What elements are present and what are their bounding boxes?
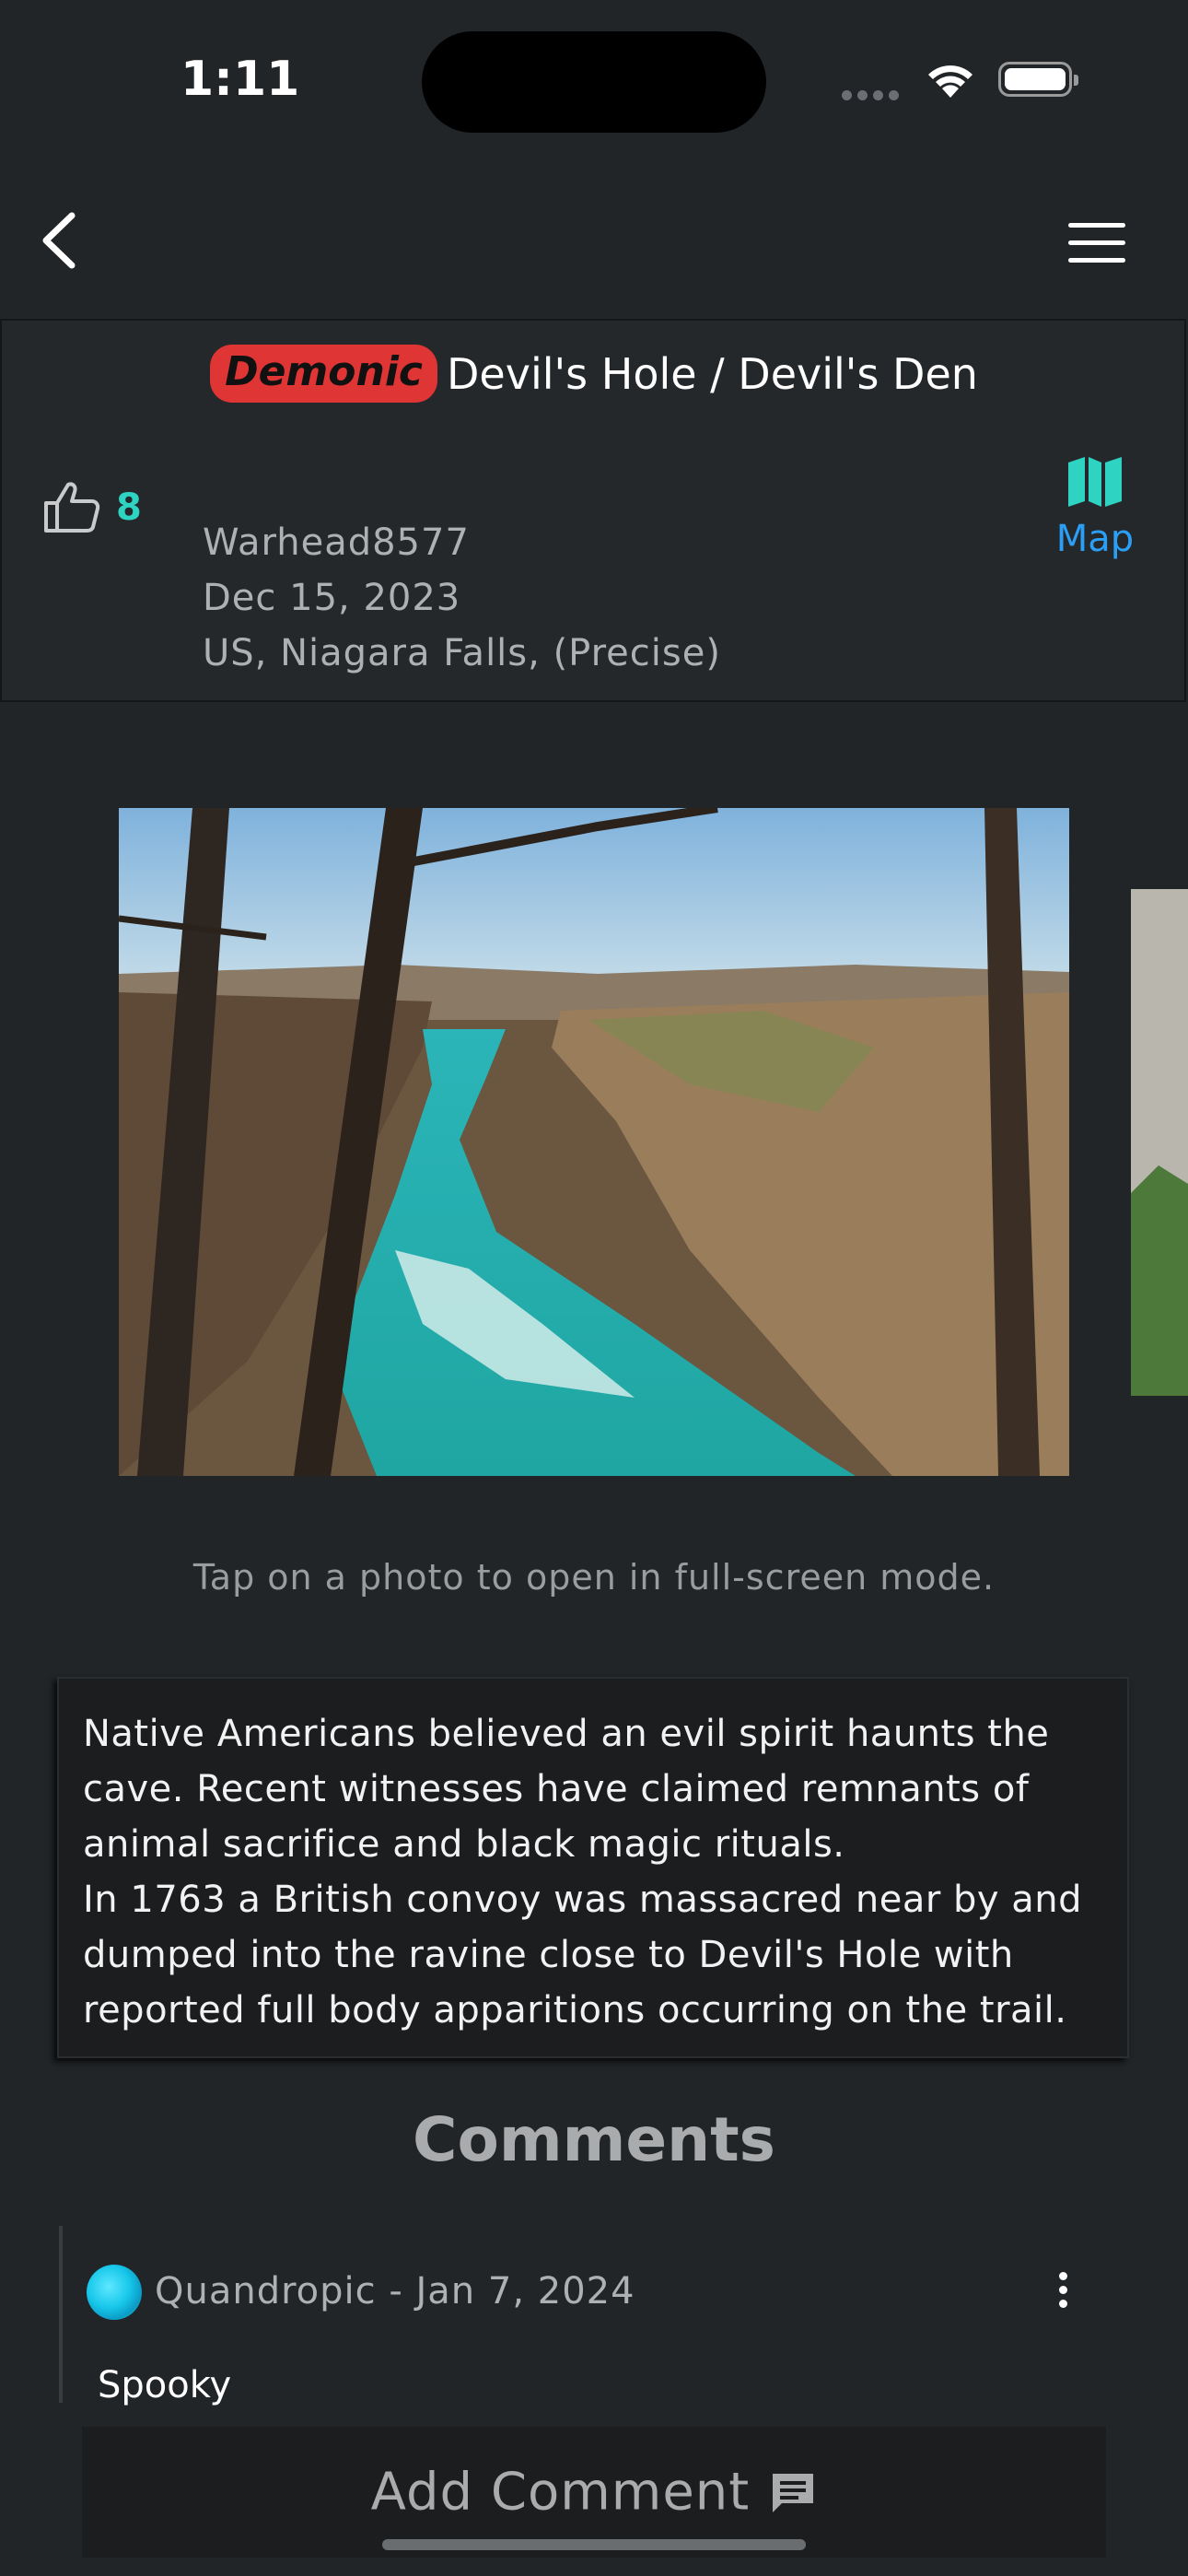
wifi-icon xyxy=(923,57,978,103)
post-description: Native Americans believed an evil spirit… xyxy=(57,1677,1129,2058)
post-photo[interactable] xyxy=(119,808,1069,1476)
back-button[interactable] xyxy=(37,210,85,271)
post-title-row: Demonic Devil's Hole / Devil's Den xyxy=(0,345,1188,403)
photo-hint: Tap on a photo to open in full-screen mo… xyxy=(192,1557,996,1598)
like-count: 8 xyxy=(116,486,142,529)
category-badge: Demonic xyxy=(210,345,437,403)
home-indicator[interactable] xyxy=(382,2539,806,2550)
post-author[interactable]: Warhead8577 xyxy=(203,521,470,564)
post-description-text: Native Americans believed an evil spirit… xyxy=(83,1713,1083,2032)
thumbs-up-icon xyxy=(44,482,100,533)
comment-author[interactable]: Quandropic - Jan 7, 2024 xyxy=(155,2270,635,2313)
next-photo-preview[interactable] xyxy=(1131,889,1188,1396)
menu-button[interactable] xyxy=(1068,223,1125,263)
post-date: Dec 15, 2023 xyxy=(203,577,461,619)
hamburger-menu-icon xyxy=(1068,223,1125,228)
cellular-signal-icon xyxy=(842,87,904,104)
cave-rock-photo xyxy=(1131,889,1188,1396)
chevron-left-icon xyxy=(42,212,76,269)
comment-icon xyxy=(773,2473,814,2512)
map-button[interactable]: Map xyxy=(1050,455,1140,560)
more-vertical-icon xyxy=(1050,2272,1076,2308)
battery-icon xyxy=(998,62,1078,97)
comments-heading: Comments xyxy=(413,2104,775,2175)
add-comment-label: Add Comment xyxy=(370,2462,751,2523)
dynamic-island xyxy=(422,31,766,133)
status-time: 1:11 xyxy=(181,52,300,107)
river-gorge-photo xyxy=(119,808,1069,1476)
avatar[interactable] xyxy=(87,2265,142,2320)
comment-thread-line xyxy=(59,2226,63,2403)
comment-text: Spooky xyxy=(98,2364,232,2406)
post-title: Devil's Hole / Devil's Den xyxy=(447,348,978,399)
map-icon xyxy=(1068,457,1122,507)
add-comment-button[interactable]: Add Comment xyxy=(82,2427,1106,2558)
post-location: US, Niagara Falls, (Precise) xyxy=(203,632,721,674)
map-label: Map xyxy=(1055,518,1135,560)
comment-more-button[interactable] xyxy=(1050,2272,1076,2313)
like-button[interactable] xyxy=(42,479,101,538)
